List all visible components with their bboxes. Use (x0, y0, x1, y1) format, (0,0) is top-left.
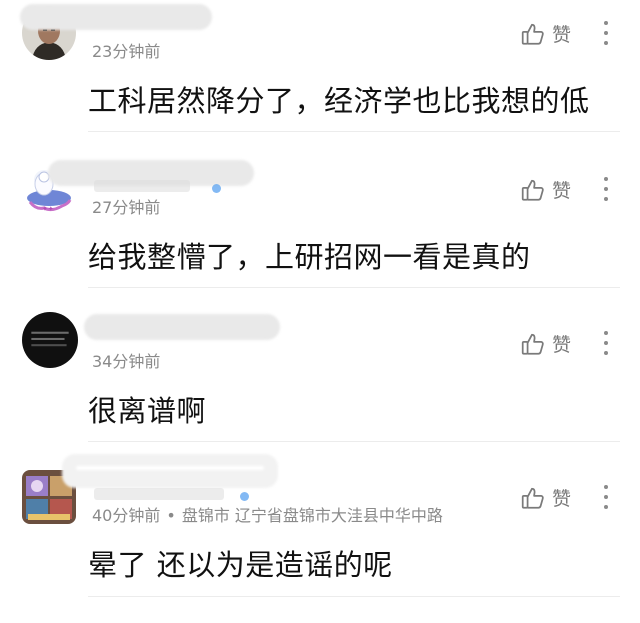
verified-badge-icon (240, 492, 249, 501)
like-button[interactable]: 赞 (520, 176, 571, 203)
comment-item: ✦✦ 27分钟前 给我整懵了，上研招网一看是真的 赞 (0, 160, 640, 315)
comment-text: 工科居然降分了，经济学也比我想的低 (88, 84, 590, 118)
meta-separator: • (166, 506, 176, 525)
svg-text:✦✦: ✦✦ (42, 205, 54, 213)
thumbs-up-icon (521, 487, 544, 509)
like-label: 赞 (552, 334, 572, 356)
comment-meta: 23分钟前 (92, 38, 160, 62)
comment-item: 34分钟前 很离谱啊 赞 (0, 312, 640, 469)
like-button[interactable]: 赞 (520, 330, 571, 357)
divider (88, 131, 620, 132)
username-redacted (84, 314, 280, 340)
comment-time: 27分钟前 (92, 198, 161, 217)
more-vertical-icon[interactable] (596, 328, 616, 358)
more-vertical-icon[interactable] (596, 482, 616, 512)
like-label: 赞 (552, 488, 572, 510)
comment-time: 34分钟前 (92, 352, 161, 371)
comment-text: 很离谱啊 (88, 394, 207, 428)
thumbs-up-icon (521, 179, 544, 201)
divider (88, 441, 620, 442)
username-ghost (94, 488, 224, 500)
more-vertical-icon[interactable] (596, 18, 616, 48)
comment-meta: 27分钟前 (92, 194, 160, 218)
verified-badge-icon (212, 184, 221, 193)
comment-location: 盘锦市 辽宁省盘锦市大洼县中华中路 (181, 506, 443, 525)
comment-item: 23分钟前 工科居然降分了，经济学也比我想的低 赞 (0, 4, 640, 159)
comment-text: 给我整懵了，上研招网一看是真的 (88, 240, 531, 274)
like-label: 赞 (552, 24, 572, 46)
username-ghost (94, 180, 190, 192)
divider (88, 596, 620, 597)
thumbs-up-icon (521, 333, 544, 355)
avatar[interactable] (22, 312, 78, 368)
thumbs-up-icon (521, 23, 544, 45)
more-vertical-icon[interactable] (596, 174, 616, 204)
comment-time: 40分钟前 (92, 506, 161, 525)
comment-text: 晕了 还以为是造谣的呢 (88, 548, 393, 582)
comment-meta: 34分钟前 (92, 348, 160, 372)
like-label: 赞 (552, 180, 572, 202)
comment-meta: 40分钟前 • 盘锦市 辽宁省盘锦市大洼县中华中路 (92, 502, 443, 526)
username-redacted (62, 454, 278, 488)
divider (88, 287, 620, 288)
username-redacted (20, 4, 212, 30)
comment-time: 23分钟前 (92, 42, 161, 61)
like-button[interactable]: 赞 (520, 484, 571, 511)
like-button[interactable]: 赞 (520, 20, 571, 47)
